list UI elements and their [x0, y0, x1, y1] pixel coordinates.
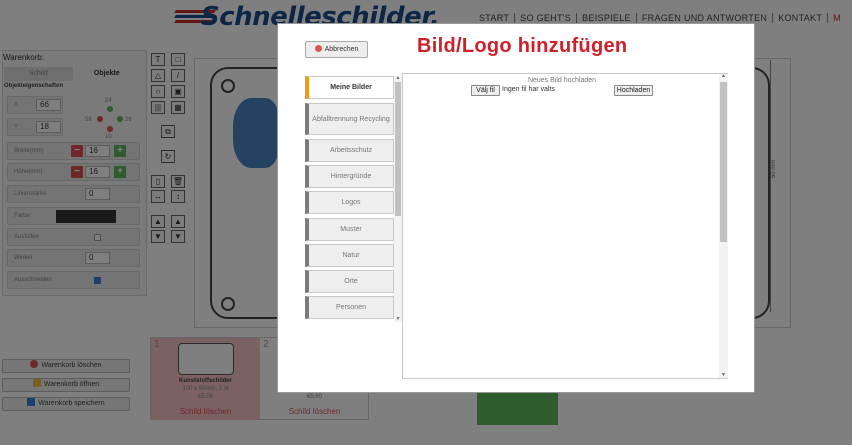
file-status: Ingen fil har valts — [502, 86, 555, 93]
image-content-area: Neues Bild hochladen Välj fil Ingen fil … — [402, 73, 728, 379]
cancel-icon — [314, 45, 322, 52]
scroll-down-icon[interactable]: ▼ — [720, 373, 727, 378]
dialog-title: Bild/Logo hinzufügen — [417, 35, 628, 57]
choose-file-button[interactable]: Välj fil — [471, 85, 500, 96]
category-logos[interactable]: Logos — [305, 191, 394, 214]
scroll-thumb[interactable] — [395, 82, 401, 216]
category-muster[interactable]: Muster — [305, 218, 394, 241]
category-natur[interactable]: Natur — [305, 244, 394, 267]
scroll-thumb[interactable] — [720, 82, 727, 242]
category-personen[interactable]: Personen — [305, 296, 394, 319]
content-scrollbar[interactable]: ▲ ▼ — [719, 74, 728, 378]
category-orte[interactable]: Orte — [305, 270, 394, 293]
category-abfalltrennung[interactable]: Abfalltrennung Recycling — [305, 103, 394, 135]
add-image-dialog: Abbrechen Bild/Logo hinzufügen Meine Bil… — [277, 23, 755, 393]
upload-button[interactable]: Hochladen — [614, 85, 653, 96]
category-meine-bilder[interactable]: Meine Bilder — [305, 76, 394, 99]
category-hintergruende[interactable]: Hintergründe — [305, 165, 394, 188]
cancel-button[interactable]: Abbrechen — [305, 41, 368, 58]
category-arbeitsschutz[interactable]: Arbeitsschutz — [305, 139, 394, 162]
category-list: Meine Bilder Abfalltrennung Recycling Ar… — [305, 76, 402, 322]
scroll-up-icon[interactable]: ▲ — [395, 76, 401, 81]
upload-title: Neues Bild hochladen — [527, 77, 597, 84]
scroll-up-icon[interactable]: ▲ — [720, 74, 727, 79]
category-scrollbar[interactable]: ▲ ▼ — [394, 76, 402, 322]
scroll-down-icon[interactable]: ▼ — [395, 317, 401, 322]
